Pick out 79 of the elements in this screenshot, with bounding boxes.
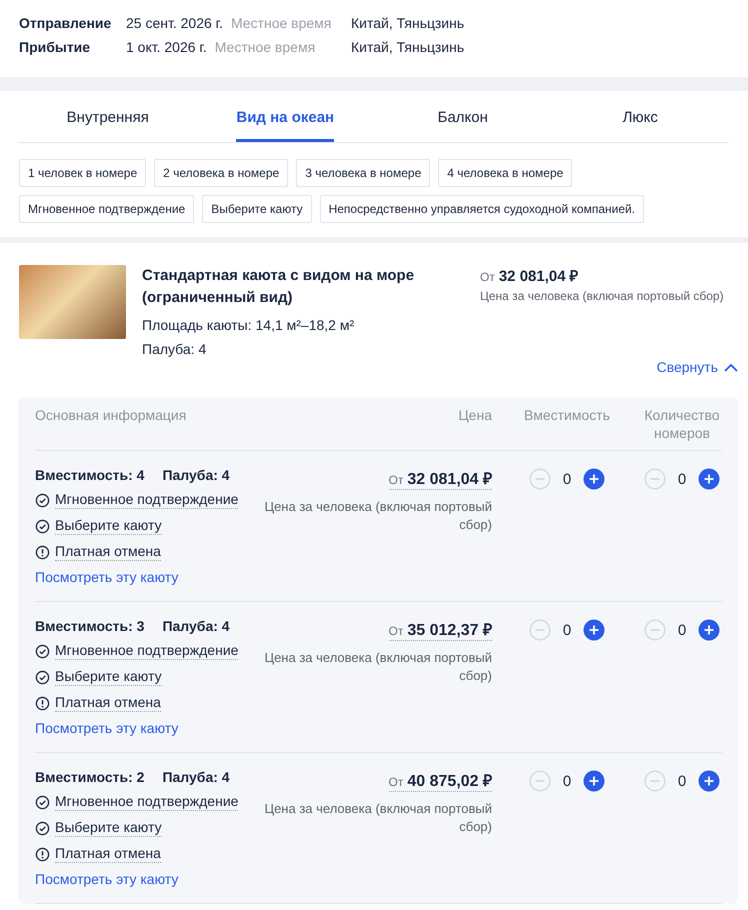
schedule-place: Китай, Тяньцзинь [351, 39, 466, 55]
check-circle-icon [35, 492, 50, 508]
plus-button[interactable] [698, 619, 720, 641]
feature-label: Мгновенное подтверждение [55, 642, 238, 660]
feature-label: Выберите каюту [55, 819, 162, 837]
rate-price: 32 081,04 ₽ [407, 470, 492, 489]
column-header: Основная информация [35, 406, 188, 425]
filter-chip[interactable]: 2 человека в номере [154, 159, 288, 187]
price-prefix: От [388, 775, 404, 789]
plus-button[interactable] [698, 468, 720, 490]
plus-button[interactable] [583, 468, 605, 490]
schedule-date: 25 сент. 2026 г. [126, 15, 223, 31]
rate-price: 40 875,02 ₽ [407, 772, 492, 791]
schedule-label: Прибытие [19, 39, 92, 55]
check-circle-icon [35, 644, 50, 658]
cabin-type-tab[interactable]: Внутренняя [19, 91, 196, 142]
plus-button[interactable] [698, 770, 720, 792]
plus-button[interactable] [583, 619, 605, 641]
column-header: Количество номеров [643, 406, 721, 442]
feature-label: Платная отмена [55, 543, 161, 561]
column-header: Цена [457, 406, 492, 425]
cabin-price: 32 081,04 ₽ [498, 268, 579, 285]
price-prefix: От [480, 270, 495, 284]
deck-label: Палуба: 4 [162, 769, 230, 785]
price-prefix: От [388, 624, 404, 638]
filter-chip[interactable]: Выберите каюту [202, 195, 312, 223]
check-circle-icon [35, 794, 50, 810]
feature-label: Платная отмена [55, 694, 161, 712]
plus-button[interactable] [583, 770, 605, 792]
filter-chip[interactable]: Непосредственно управляется судоходной компанией. [320, 195, 644, 223]
schedule-date: 1 окт. 2026 г. [126, 39, 207, 55]
feature-label: Мгновенное подтверждение [55, 793, 238, 811]
feature-label: Выберите каюту [55, 668, 162, 686]
price-prefix: От [388, 473, 404, 487]
counter-value: 0 [676, 772, 688, 790]
price-note: Цена за человека (включая портовый сбор) [480, 289, 724, 303]
column-header: Вместимость [523, 406, 611, 425]
view-cabin-link[interactable]: Посмотреть эту каюту [35, 720, 178, 736]
capacity-label: Вместимость: 4 [35, 467, 144, 483]
price-note: Цена за человека (включая портовый сбор) [263, 498, 492, 534]
cabin-area: Площадь каюты: 14,1 м²–18,2 м² [142, 317, 442, 333]
check-circle-icon [35, 518, 50, 534]
feature-label: Платная отмена [55, 845, 161, 863]
view-cabin-link[interactable]: Посмотреть эту каюту [35, 569, 178, 585]
feature-label: Выберите каюту [55, 517, 162, 535]
cabin-title: Стандартная каюта с видом на море (ограниченный вид) [142, 266, 416, 308]
filter-chip[interactable]: 4 человека в номере [438, 159, 572, 187]
cabin-type-tab[interactable]: Люкс [552, 91, 729, 142]
collapse-button[interactable]: Свернуть [656, 359, 738, 375]
counter-value: 0 [562, 622, 572, 638]
price-note: Цена за человека (включая портовый сбор) [263, 649, 492, 685]
filter-chip[interactable]: Мгновенное подтверждение [19, 195, 194, 223]
deck-label: Палуба: 4 [162, 618, 230, 634]
schedule-place: Китай, Тяньцзинь [351, 15, 466, 31]
filter-chip[interactable]: 1 человек в номере [19, 159, 146, 187]
counter-value: 0 [562, 772, 572, 790]
deck-label: Палуба: 4 [162, 467, 230, 483]
check-circle-icon [35, 820, 50, 836]
cabin-deck: Палуба: 4 [142, 341, 208, 357]
exclamation-circle-icon [35, 696, 50, 710]
capacity-label: Вместимость: 3 [35, 618, 144, 634]
filter-chip[interactable]: 3 человека в номере [296, 159, 430, 187]
exclamation-circle-icon [35, 544, 50, 560]
cabin-type-tab[interactable]: Вид на океан [236, 91, 334, 142]
feature-label: Мгновенное подтверждение [55, 491, 238, 509]
price-note: Цена за человека (включая портовый сбор) [263, 800, 492, 836]
rate-price: 35 012,37 ₽ [407, 621, 492, 640]
check-circle-icon [35, 670, 50, 684]
counter-value: 0 [676, 470, 688, 488]
schedule-label: Отправление [19, 15, 112, 31]
view-cabin-link[interactable]: Посмотреть эту каюту [35, 871, 178, 887]
counter-value: 0 [676, 622, 688, 638]
time-note: Местное время [230, 15, 332, 31]
capacity-label: Вместимость: 2 [35, 769, 144, 785]
time-note: Местное время [214, 39, 316, 55]
chevron-up-icon [724, 362, 738, 372]
cabin-type-tab[interactable]: Балкон [374, 91, 552, 142]
exclamation-circle-icon [35, 846, 50, 862]
counter-value: 0 [562, 470, 572, 488]
